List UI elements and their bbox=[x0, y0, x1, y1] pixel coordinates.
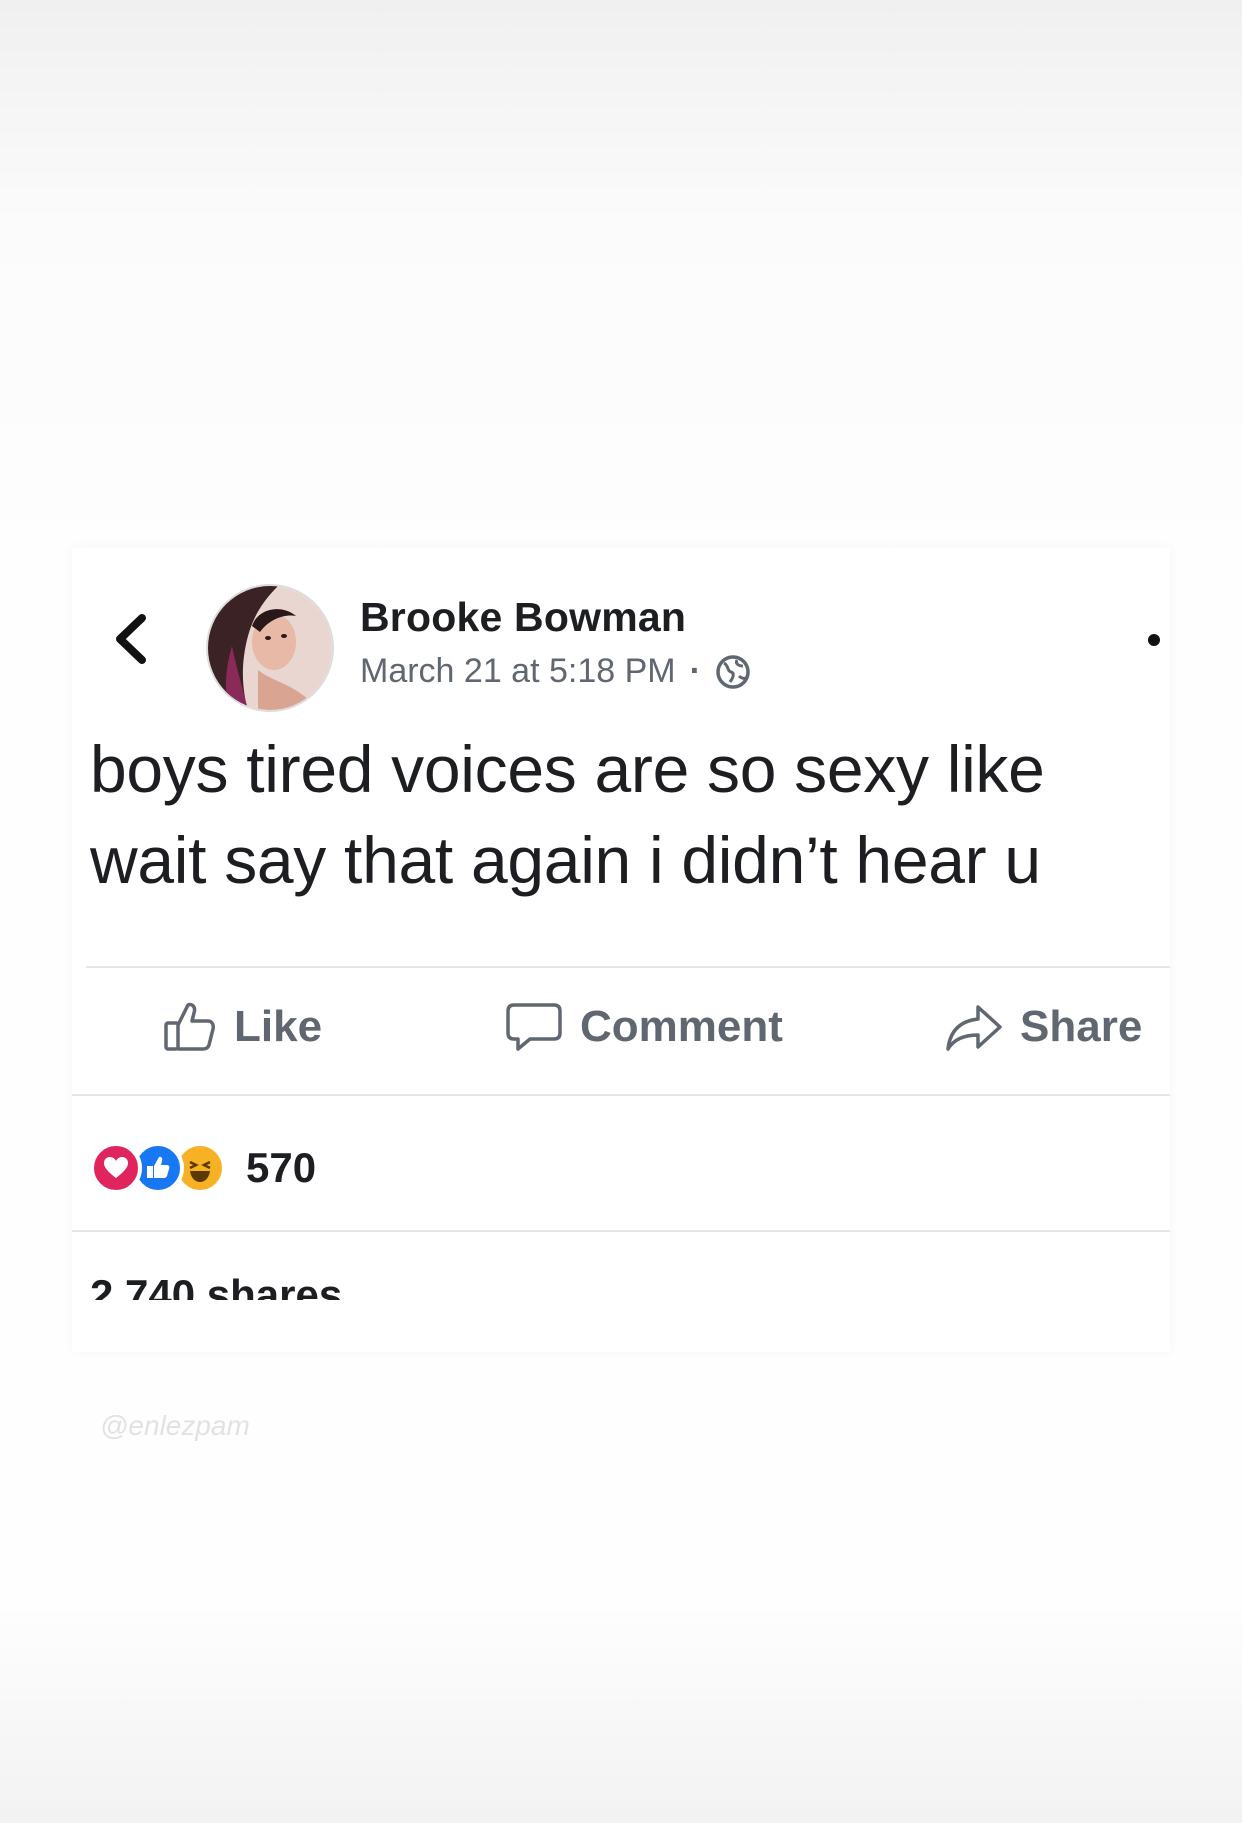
action-bar: Like Comment Share bbox=[72, 968, 1170, 1086]
more-options-icon[interactable] bbox=[1148, 634, 1160, 646]
comment-label: Comment bbox=[580, 1002, 783, 1051]
share-arrow-icon bbox=[946, 1005, 1002, 1051]
profile-photo bbox=[208, 586, 332, 710]
reaction-count: 570 bbox=[246, 1144, 317, 1191]
thumbs-up-icon bbox=[164, 1002, 215, 1051]
shares-count[interactable]: 2,740 shares bbox=[90, 1266, 690, 1300]
love-reaction-icon bbox=[90, 1142, 142, 1194]
comment-button[interactable]: Comment bbox=[504, 968, 783, 1086]
comment-icon bbox=[506, 1003, 562, 1051]
globe-icon bbox=[716, 654, 750, 689]
post-timestamp[interactable]: March 21 at 5:18 PM bbox=[360, 652, 676, 691]
post-text: boys tired voices are so sexy like wait … bbox=[90, 732, 1045, 897]
back-button[interactable] bbox=[106, 606, 154, 672]
avatar[interactable] bbox=[206, 584, 334, 712]
divider bbox=[72, 1094, 1170, 1096]
reactions-summary[interactable]: 570 bbox=[90, 1140, 316, 1196]
divider bbox=[72, 1230, 1170, 1232]
share-label: Share bbox=[1020, 1002, 1143, 1051]
chevron-left-icon bbox=[116, 614, 146, 664]
author-name[interactable]: Brooke Bowman bbox=[360, 594, 686, 641]
post-card: Brooke Bowman March 21 at 5:18 PM · boys… bbox=[72, 548, 1170, 1352]
watermark: @enlezpam bbox=[100, 1410, 250, 1441]
like-button[interactable]: Like bbox=[162, 968, 322, 1086]
meta-separator: · bbox=[689, 652, 701, 690]
like-label: Like bbox=[234, 1002, 323, 1051]
post-meta: March 21 at 5:18 PM · bbox=[360, 652, 751, 691]
share-button[interactable]: Share bbox=[944, 968, 1142, 1086]
